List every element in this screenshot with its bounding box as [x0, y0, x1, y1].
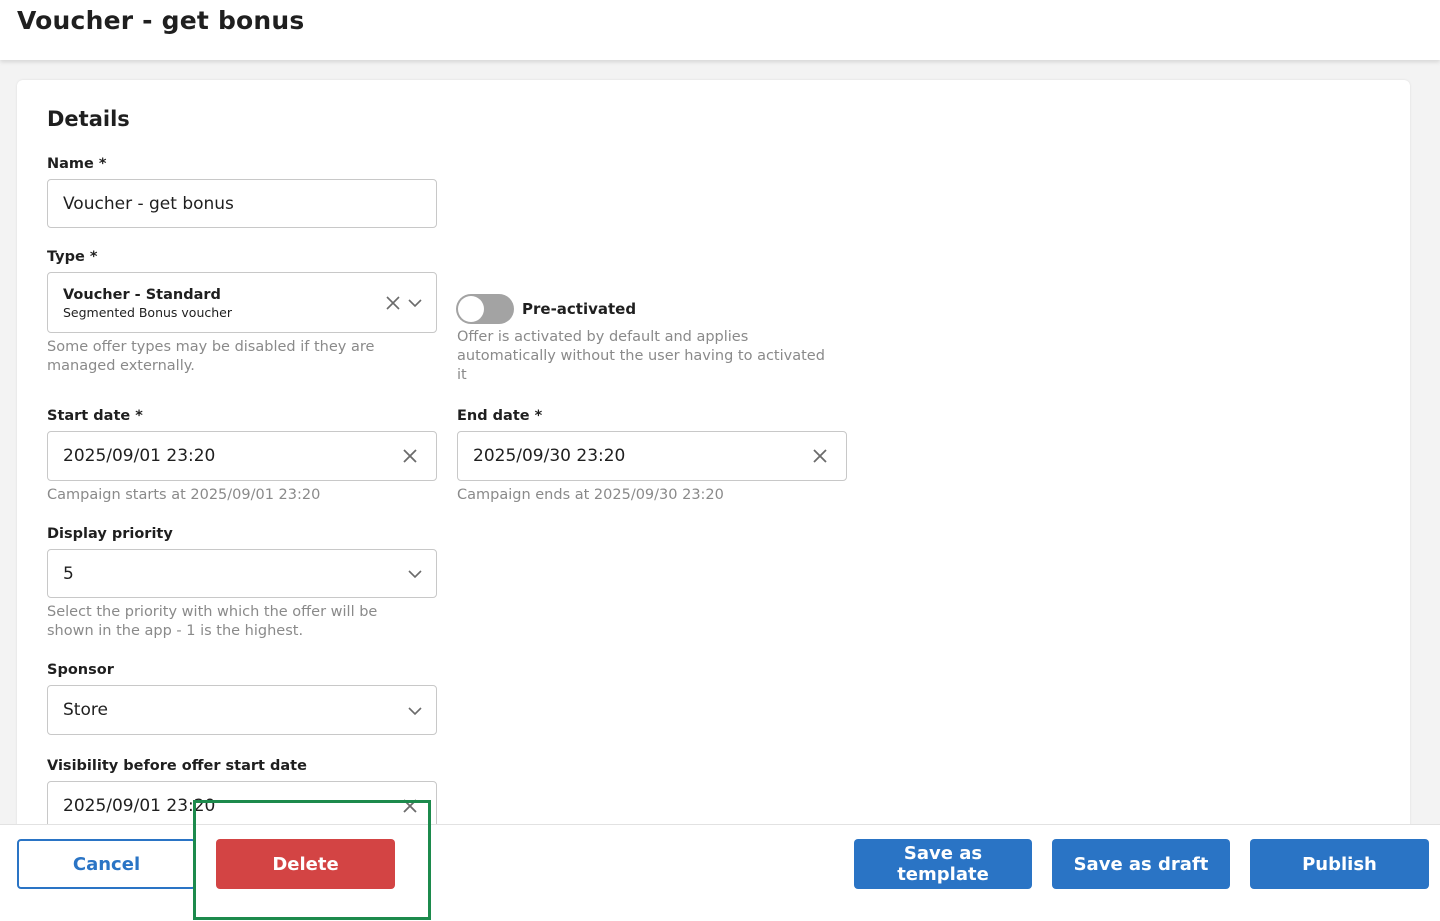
action-bar: Cancel Delete Save as template Save as d…	[0, 824, 1440, 921]
start-date-label: Start date *	[47, 408, 143, 424]
delete-button[interactable]: Delete	[216, 839, 395, 889]
chevron-down-icon[interactable]	[406, 702, 424, 720]
cancel-button[interactable]: Cancel	[17, 839, 196, 889]
start-date-value: 2025/09/01 23:20	[63, 446, 216, 466]
end-date-helper: Campaign ends at 2025/09/30 23:20	[457, 487, 724, 503]
type-label: Type *	[47, 249, 98, 265]
start-date-input[interactable]: 2025/09/01 23:20	[47, 431, 437, 481]
type-helper: Some offer types may be disabled if they…	[47, 339, 375, 374]
toggle-knob	[458, 296, 484, 322]
details-card: Details Name * Voucher - get bonus Type …	[17, 80, 1410, 860]
save-as-template-button[interactable]: Save as template	[854, 839, 1032, 889]
save-as-draft-button[interactable]: Save as draft	[1052, 839, 1230, 889]
name-input[interactable]: Voucher - get bonus	[47, 179, 437, 228]
end-date-label: End date *	[457, 408, 543, 424]
pre-activated-toggle[interactable]	[456, 294, 514, 324]
publish-button[interactable]: Publish	[1250, 839, 1429, 889]
chevron-down-icon[interactable]	[406, 565, 424, 583]
type-select-value: Voucher - Standard	[63, 287, 221, 303]
display-priority-helper: Select the priority with which the offer…	[47, 604, 378, 639]
sponsor-select[interactable]: Store	[47, 685, 437, 735]
type-select-subtitle: Segmented Bonus voucher	[63, 305, 232, 320]
display-priority-label: Display priority	[47, 526, 173, 542]
page-title: Voucher - get bonus	[17, 6, 305, 35]
pre-activated-label: Pre-activated	[522, 300, 637, 318]
pre-activated-helper: Offer is activated by default and applie…	[457, 329, 825, 383]
end-date-value: 2025/09/30 23:20	[473, 446, 626, 466]
sponsor-value: Store	[63, 700, 108, 720]
name-label: Name *	[47, 156, 107, 172]
page-header: Voucher - get bonus	[0, 0, 1440, 60]
type-select[interactable]: Voucher - Standard Segmented Bonus vouch…	[47, 272, 437, 333]
chevron-down-icon[interactable]	[406, 294, 424, 312]
close-icon[interactable]	[401, 797, 419, 815]
section-title: Details	[47, 107, 130, 131]
display-priority-value: 5	[63, 563, 74, 584]
sponsor-label: Sponsor	[47, 662, 114, 678]
close-icon[interactable]	[384, 294, 402, 312]
start-date-helper: Campaign starts at 2025/09/01 23:20	[47, 487, 321, 503]
visibility-label: Visibility before offer start date	[47, 758, 307, 774]
visibility-date-value: 2025/09/01 23:20	[63, 796, 216, 816]
display-priority-select[interactable]: 5	[47, 549, 437, 598]
close-icon[interactable]	[401, 447, 419, 465]
close-icon[interactable]	[811, 447, 829, 465]
name-input-value: Voucher - get bonus	[63, 193, 234, 214]
end-date-input[interactable]: 2025/09/30 23:20	[457, 431, 847, 481]
